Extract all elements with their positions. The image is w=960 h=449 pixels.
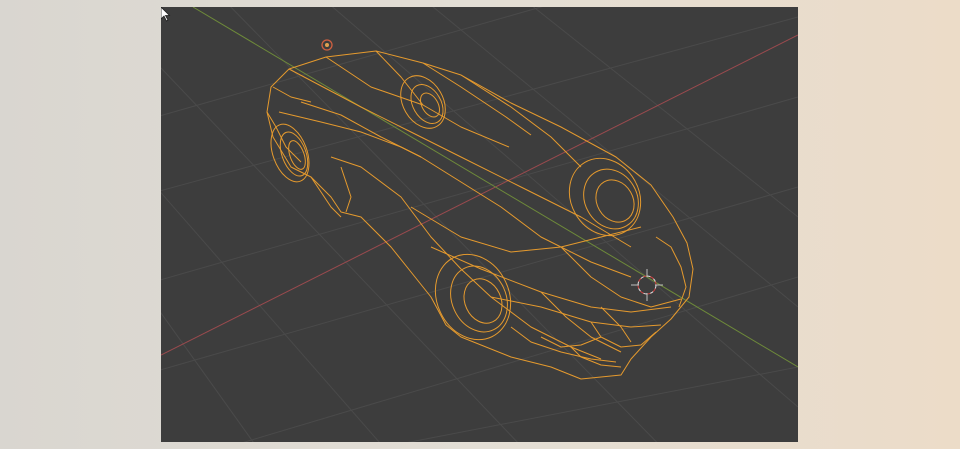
mouse-pointer-icon [161,7,171,22]
car-wireframe[interactable] [266,50,694,380]
wheel-front-left[interactable] [422,242,524,352]
y-axis-line [192,7,798,368]
floor-grid [161,7,798,442]
3d-cursor-icon[interactable] [631,269,663,301]
wheel-front-right[interactable] [556,145,655,248]
x-axis-line [161,34,798,356]
light-icon[interactable] [321,39,333,51]
wheel-rear-right[interactable] [392,68,455,136]
viewport-canvas[interactable] [161,7,798,442]
3d-viewport[interactable] [161,7,798,442]
